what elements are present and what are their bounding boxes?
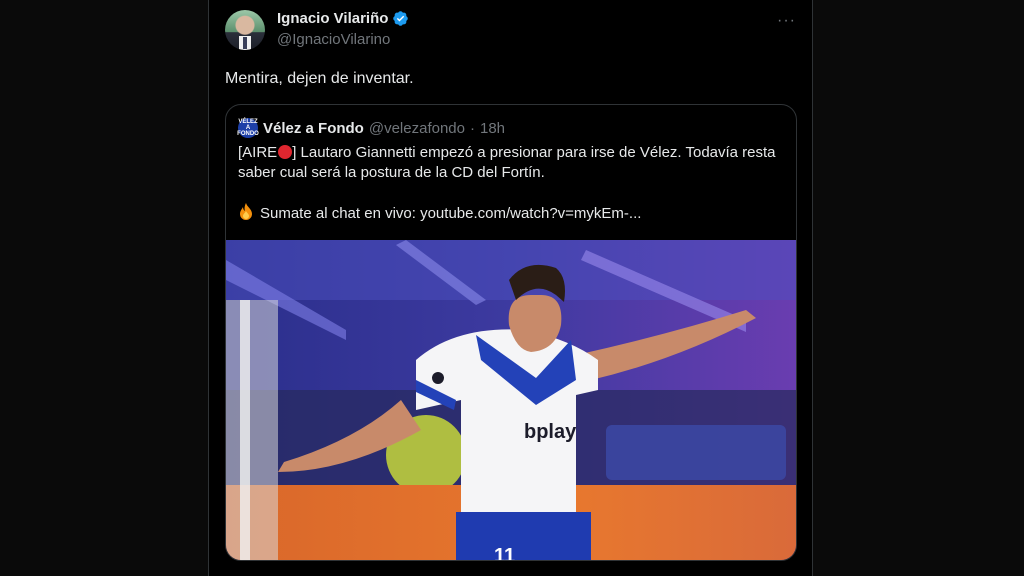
quoted-line-1-rest: ] Lautaro Giannetti empezó a presionar p… (238, 144, 776, 181)
quoted-avatar[interactable]: VÉLEZ A FONDO (237, 118, 259, 138)
author-handle[interactable]: @IgnacioVilarino (277, 31, 390, 48)
quoted-tweet[interactable]: VÉLEZ A FONDO Vélez a Fondo @velezafondo… (225, 104, 797, 561)
tweet-column: Ignacio Vilariño @IgnacioVilarino ··· Me… (208, 0, 813, 576)
quoted-text: [AIRE] Lautaro Giannetti empezó a presio… (238, 143, 783, 224)
author-name[interactable]: Ignacio Vilariño (277, 10, 388, 27)
quoted-header: VÉLEZ A FONDO Vélez a Fondo @velezafondo… (237, 118, 505, 138)
shorts-number-text: 11 (494, 545, 515, 561)
quoted-timestamp[interactable]: 18h (480, 120, 505, 137)
tweet-text: Mentira, dejen de inventar. (225, 70, 414, 87)
quoted-media-image[interactable]: bplay 11 (226, 240, 796, 561)
quoted-line-1: [AIRE] Lautaro Giannetti empezó a presio… (238, 143, 783, 183)
red-circle-icon (278, 145, 293, 159)
quoted-line-2: Sumate al chat en vivo: youtube.com/watc… (238, 203, 783, 224)
quoted-author-handle[interactable]: @velezafondo (369, 120, 465, 137)
quoted-author-name[interactable]: Vélez a Fondo (263, 120, 364, 137)
quoted-separator: · (469, 119, 475, 137)
quoted-line-1-prefix: [AIRE (238, 144, 278, 161)
tweet-header: Ignacio Vilariño @IgnacioVilarino ··· (225, 8, 796, 52)
verified-badge-icon (393, 11, 409, 26)
quoted-link-line[interactable]: Sumate al chat en vivo: youtube.com/watc… (260, 205, 641, 222)
jersey-sponsor-text: bplay (524, 421, 577, 443)
football-player-photo: bplay 11 (226, 240, 796, 561)
avatar-tie (243, 37, 247, 49)
more-options-icon[interactable]: ··· (777, 12, 796, 30)
author-name-row: Ignacio Vilariño (277, 10, 409, 27)
author-avatar[interactable] (225, 10, 265, 50)
fire-icon (240, 203, 252, 220)
